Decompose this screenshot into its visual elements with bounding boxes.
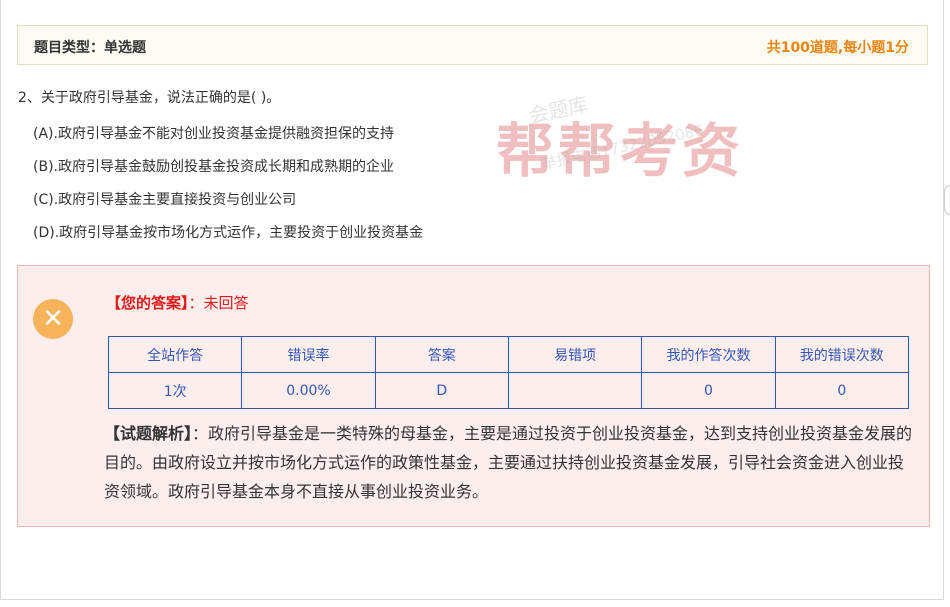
stats-header-row: 全站作答 错误率 答案 易错项 我的作答次数 我的错误次数 [107, 336, 910, 373]
analysis-text: ：政府引导基金是一类特殊的母基金，主要是通过投资于创业投资基金，达到支持创业投资… [104, 424, 913, 501]
brand-watermark: 帮帮考资 [496, 117, 745, 185]
value-my-errors: 0 [774, 372, 910, 409]
question-text: 2、关于政府引导基金，说法正确的是( )。 [18, 90, 281, 106]
close-icon: ✕ [33, 299, 73, 339]
header-my-attempts: 我的作答次数 [641, 336, 776, 373]
analysis-text-block: 【试题解析】：政府引导基金是一类特殊的母基金，主要是通过投资于创业投资基金，达到… [104, 419, 916, 506]
header-my-errors: 我的错误次数 [774, 336, 910, 373]
value-error-rate: 0.00% [241, 372, 376, 409]
option-d[interactable]: (D).政府引导基金按市场化方式运作，主要投资于创业投资基金 [33, 223, 423, 256]
options-list: (A).政府引导基金不能对创业投资基金提供融资担保的支持 (B).政府引导基金鼓… [33, 124, 423, 256]
question-count-text: 共100道题,每小题1分 [766, 40, 909, 56]
header-total-attempts: 全站作答 [107, 336, 243, 373]
side-tab[interactable] [944, 185, 950, 215]
question-type-bar: 题目类型：单选题 共100道题,每小题1分 [17, 25, 928, 65]
option-c[interactable]: (C).政府引导基金主要直接投资与创业公司 [33, 190, 423, 223]
header-answer: 答案 [374, 336, 509, 373]
stats-table: 全站作答 错误率 答案 易错项 我的作答次数 我的错误次数 1次 0.00% D… [107, 336, 910, 409]
your-answer-label: 【您的答案】 [106, 294, 189, 312]
option-b[interactable]: (B).政府引导基金鼓励创投基金投资成长期和成熟期的企业 [33, 157, 423, 190]
value-answer: D [374, 372, 509, 409]
value-total-attempts: 1次 [107, 372, 243, 409]
value-common-mistake [507, 372, 643, 409]
option-a[interactable]: (A).政府引导基金不能对创业投资基金提供融资担保的支持 [33, 124, 423, 157]
header-common-mistake: 易错项 [507, 336, 643, 373]
answer-separator: ： [188, 294, 204, 312]
header-error-rate: 错误率 [241, 336, 376, 373]
your-answer-line: 【您的答案】：未回答 [106, 292, 249, 313]
value-my-attempts: 0 [641, 372, 776, 409]
result-panel: ✕ 【您的答案】：未回答 全站作答 错误率 答案 易错项 我的作答次数 我的错误… [17, 265, 930, 527]
question-type-label: 题目类型：单选题 [34, 40, 146, 56]
analysis-label: 【试题解析】 [104, 424, 193, 443]
your-answer-value: 未回答 [203, 294, 249, 312]
stats-value-row: 1次 0.00% D 0 0 [107, 372, 910, 409]
